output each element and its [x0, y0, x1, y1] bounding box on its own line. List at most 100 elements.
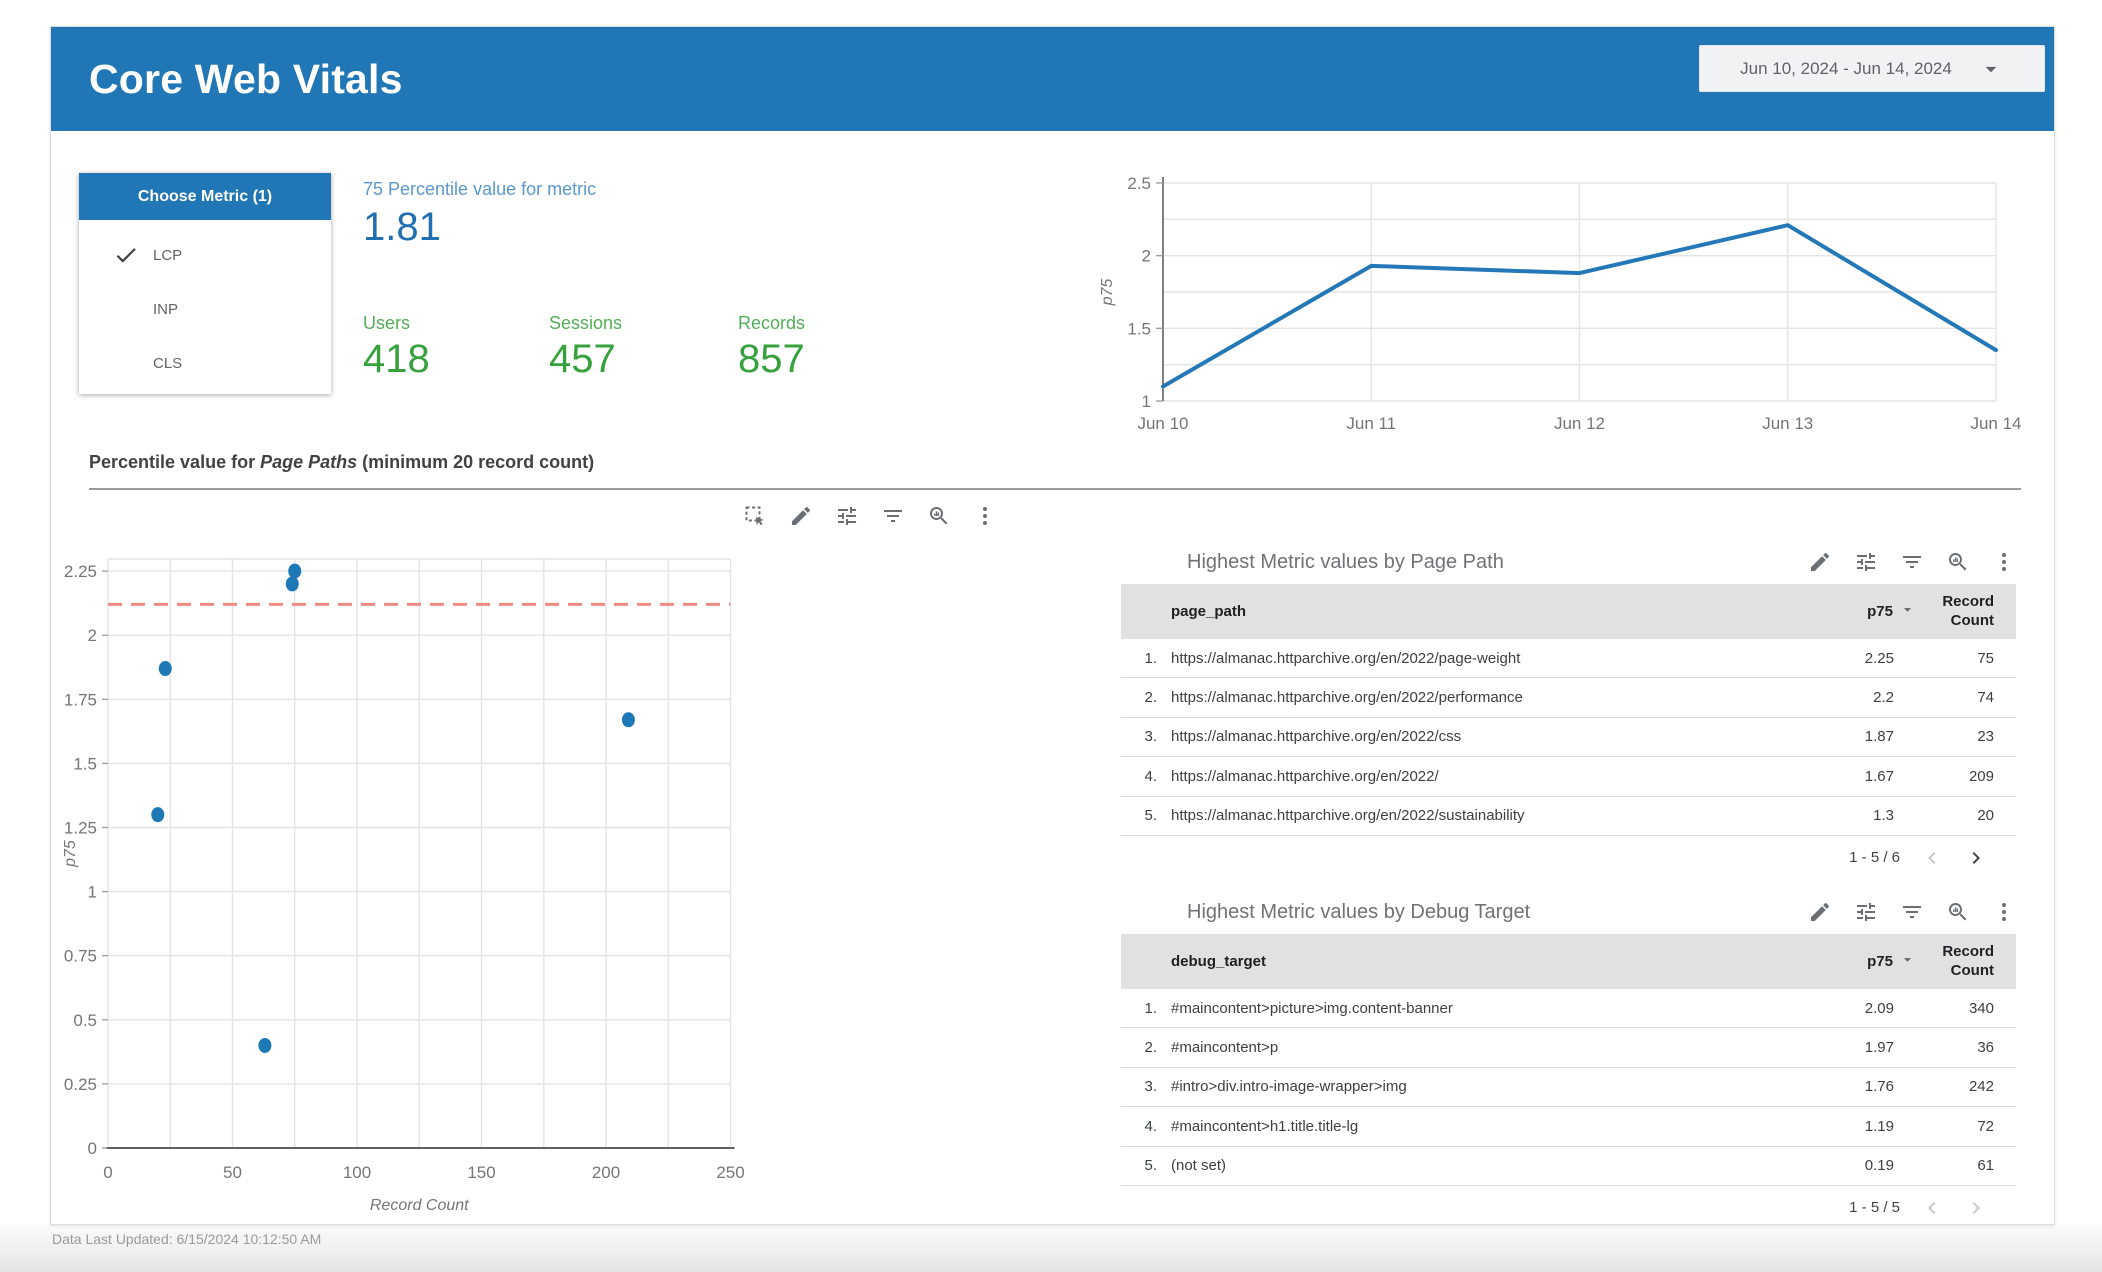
data-point[interactable] — [285, 576, 299, 592]
page-path-table-header: page_path p75 Record Count — [1121, 584, 2016, 639]
p75-cell: 2.09 — [1864, 999, 1894, 1017]
table-row[interactable]: 1. #maincontent>picture>img.content-banne… — [1121, 989, 2016, 1029]
records-value: 857 — [738, 337, 805, 381]
table-row[interactable]: 3. #intro>div.intro-image-wrapper>img 1.76… — [1121, 1068, 2016, 1108]
y-axis-title: p75 — [1099, 279, 1116, 307]
x-tick-label: 0 — [103, 1163, 112, 1182]
row-index: 1. — [1144, 999, 1157, 1017]
table-row[interactable]: 1. https://almanac.httparchive.org/en/202… — [1121, 639, 2016, 679]
previous-page-icon[interactable] — [1920, 846, 1944, 870]
date-range-value: Jun 10, 2024 - Jun 14, 2024 — [1740, 58, 1952, 78]
sessions-label: Sessions — [549, 313, 623, 333]
dimension-cell: https://almanac.httparchive.org/en/2022/… — [1171, 807, 1525, 825]
table-row[interactable]: 3. https://almanac.httparchive.org/en/202… — [1121, 718, 2016, 758]
edit-icon[interactable] — [1808, 550, 1832, 574]
debug-target-table-header: debug_target p75 Record Count — [1121, 934, 2016, 989]
y-tick-label: 0.75 — [64, 947, 97, 966]
p75-cell: 1.87 — [1864, 728, 1894, 746]
section-title-prefix: Percentile value for — [89, 452, 261, 472]
filter-icon[interactable] — [881, 504, 905, 528]
dimension-cell: https://almanac.httparchive.org/en/2022/… — [1171, 649, 1521, 667]
metric-option-inp[interactable]: INP — [79, 282, 331, 336]
sort-caret-icon — [1899, 951, 1916, 972]
table-row[interactable]: 2. #maincontent>p 1.97 36 — [1121, 1028, 2016, 1068]
tune-icon[interactable] — [1854, 900, 1878, 924]
primary-score-label: 75 Percentile value for metric — [363, 179, 597, 199]
scatter-chart-toolbar — [743, 504, 997, 528]
dimension-cell: #maincontent>p — [1171, 1039, 1279, 1057]
date-range-selector[interactable]: Jun 10, 2024 - Jun 14, 2024 — [1699, 45, 2045, 92]
data-point[interactable] — [258, 1037, 272, 1053]
table-row[interactable]: 5. https://almanac.httparchive.org/en/202… — [1121, 797, 2016, 836]
column-header-record-count[interactable]: Record Count — [1916, 593, 2004, 631]
zoom-chart-icon[interactable] — [1946, 900, 1970, 924]
tune-icon[interactable] — [1854, 550, 1878, 574]
records-label: Records — [738, 313, 806, 333]
table-row[interactable]: 4. https://almanac.httparchive.org/en/202… — [1121, 757, 2016, 797]
edit-icon[interactable] — [789, 504, 813, 528]
pagination-range: 1 - 5 / 6 — [1849, 849, 1900, 867]
metric-option-lcp[interactable]: LCP — [79, 228, 331, 282]
data-point[interactable] — [158, 661, 172, 677]
column-header-record-count[interactable]: Record Count — [1916, 943, 2004, 981]
next-page-icon[interactable] — [1964, 846, 1988, 870]
data-point[interactable] — [621, 712, 635, 728]
primary-score-value: 1.81 — [363, 205, 441, 249]
x-tick-label: Jun 12 — [1554, 414, 1605, 433]
table-row[interactable]: 2. https://almanac.httparchive.org/en/202… — [1121, 678, 2016, 718]
check-icon — [113, 242, 139, 268]
edit-icon[interactable] — [1808, 900, 1832, 924]
data-point[interactable] — [151, 807, 165, 823]
selection-icon[interactable] — [743, 504, 767, 528]
dimension-cell: #maincontent>h1.title.title-lg — [1171, 1117, 1359, 1135]
metric-filter-header[interactable]: Choose Metric (1) — [79, 173, 331, 220]
previous-page-icon[interactable] — [1920, 1196, 1944, 1220]
filter-icon[interactable] — [1900, 550, 1924, 574]
column-header-p75[interactable]: p75 — [1766, 951, 1916, 972]
record-count-cell: 209 — [1968, 767, 1994, 785]
page-path-table-toolbar — [1808, 550, 2016, 574]
filter-icon[interactable] — [1900, 900, 1924, 924]
data-last-updated: Data Last Updated: 6/15/2024 10:12:50 AM — [52, 1231, 322, 1247]
dimension-cell: #maincontent>picture>img.content-banner — [1171, 999, 1453, 1017]
record-count-cell: 75 — [1977, 649, 1994, 667]
more-vert-icon[interactable] — [1992, 550, 2016, 574]
data-point[interactable] — [288, 563, 302, 579]
p75-cell: 1.67 — [1864, 767, 1894, 785]
section-title-suffix: (minimum 20 record count) — [357, 452, 595, 472]
table-row[interactable]: 5. (not set) 0.19 61 — [1121, 1147, 2016, 1186]
line-chart: 1 1.5 2 2.5 Jun 10 Jun 11 Jun 12 Jun 13 Jun 14 p7… — [1099, 174, 2022, 433]
zoom-chart-icon[interactable] — [1946, 550, 1970, 574]
column-header-dimension[interactable]: debug_target — [1157, 953, 1766, 970]
row-index: 5. — [1144, 807, 1157, 825]
section-divider — [89, 488, 2021, 490]
zoom-chart-icon[interactable] — [927, 504, 951, 528]
record-count-cell: 61 — [1977, 1157, 1994, 1175]
next-page-icon[interactable] — [1964, 1196, 1988, 1220]
table-row[interactable]: 4. #maincontent>h1.title.title-lg 1.19 72 — [1121, 1107, 2016, 1147]
dimension-cell: https://almanac.httparchive.org/en/2022/… — [1171, 689, 1523, 707]
metric-option-cls[interactable]: CLS — [79, 336, 331, 390]
more-vert-icon[interactable] — [1992, 900, 2016, 924]
p75-cell: 1.97 — [1864, 1039, 1894, 1057]
x-tick-label: 250 — [716, 1163, 744, 1182]
page-title: Core Web Vitals — [89, 56, 403, 102]
dimension-cell: (not set) — [1171, 1157, 1227, 1175]
dimension-cell: #intro>div.intro-image-wrapper>img — [1171, 1078, 1407, 1096]
row-index: 2. — [1144, 689, 1157, 707]
record-count-cell: 20 — [1977, 807, 1994, 825]
row-index: 5. — [1144, 1157, 1157, 1175]
x-tick-label: Jun 13 — [1762, 414, 1813, 433]
y-tick-label: 2 — [1142, 247, 1151, 266]
y-tick-label: 1.75 — [64, 690, 97, 709]
debug-target-table-pagination: 1 - 5 / 5 — [1121, 1186, 2016, 1230]
users-label: Users — [363, 313, 411, 333]
dimension-cell: https://almanac.httparchive.org/en/2022/ — [1171, 767, 1439, 785]
row-index: 4. — [1144, 767, 1157, 785]
column-header-p75[interactable]: p75 — [1766, 601, 1916, 622]
tune-icon[interactable] — [835, 504, 859, 528]
more-vert-icon[interactable] — [973, 504, 997, 528]
section-title-dimension: Page Paths — [260, 452, 358, 472]
column-header-dimension[interactable]: page_path — [1157, 603, 1766, 620]
x-tick-label: 100 — [343, 1163, 371, 1182]
